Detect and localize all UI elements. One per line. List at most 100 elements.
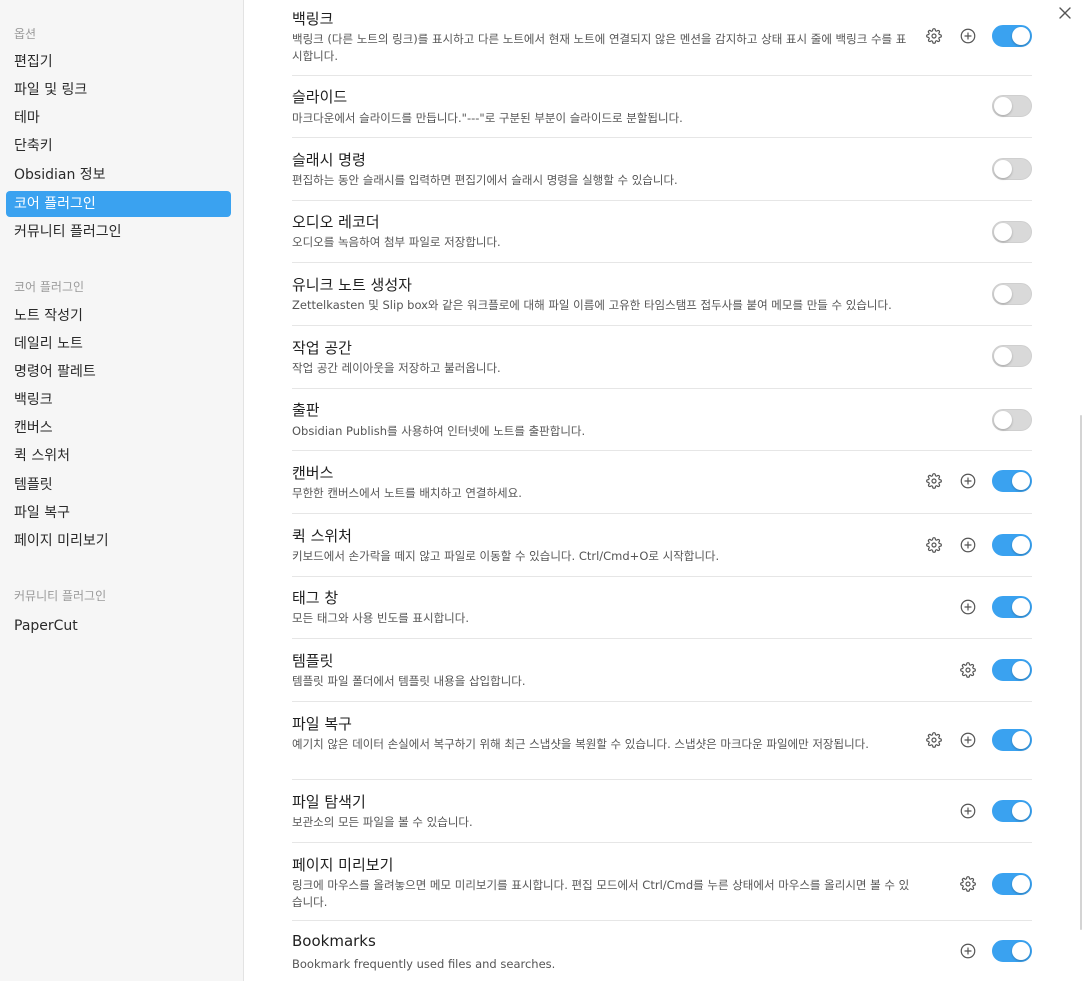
- plugin-controls: [992, 95, 1032, 117]
- plugin-row: 오디오 레코더오디오를 녹음하여 첨부 파일로 저장합니다.: [292, 201, 1032, 263]
- toggle-knob: [1012, 661, 1030, 679]
- sidebar-item-백링크[interactable]: 백링크: [6, 387, 231, 413]
- plugin-controls: [924, 470, 1032, 492]
- scrollbar[interactable]: [1080, 415, 1082, 930]
- plugin-name: 페이지 미리보기: [292, 856, 394, 874]
- plugin-name: 템플릿: [292, 652, 334, 670]
- close-icon[interactable]: [1058, 6, 1074, 22]
- plugin-controls: [992, 345, 1032, 367]
- plus-circle-icon[interactable]: [958, 941, 978, 961]
- toggle-knob: [1012, 472, 1030, 490]
- toggle-knob: [1012, 731, 1030, 749]
- sidebar-item-캔버스[interactable]: 캔버스: [6, 415, 231, 441]
- plugin-toggle[interactable]: [992, 873, 1032, 895]
- plugin-description: 키보드에서 손가락을 떼지 않고 파일로 이동할 수 있습니다. Ctrl/Cm…: [292, 549, 720, 563]
- plugin-controls: [924, 729, 1032, 751]
- plugin-description: 보관소의 모든 파일을 볼 수 있습니다.: [292, 815, 473, 829]
- gear-icon[interactable]: [958, 874, 978, 894]
- plugin-toggle[interactable]: [992, 221, 1032, 243]
- plugin-name: 작업 공간: [292, 339, 352, 357]
- plugin-controls: [958, 659, 1032, 681]
- sidebar-item-페이지-미리보기[interactable]: 페이지 미리보기: [6, 528, 231, 554]
- plus-circle-icon[interactable]: [958, 597, 978, 617]
- sidebar-item-커뮤니티-플러그인[interactable]: 커뮤니티 플러그인: [6, 219, 231, 245]
- gear-icon[interactable]: [924, 535, 944, 555]
- plugin-name: 유니크 노트 생성자: [292, 276, 412, 294]
- toggle-knob: [1012, 875, 1030, 893]
- sidebar-item-편집기[interactable]: 편집기: [6, 49, 231, 75]
- plugin-toggle[interactable]: [992, 283, 1032, 305]
- plugin-name: 슬라이드: [292, 88, 348, 106]
- plus-circle-icon[interactable]: [958, 535, 978, 555]
- plugin-row: 슬래시 명령 편집하는 동안 슬래시를 입력하면 편집기에서 슬래시 명령을 실행…: [292, 138, 1032, 201]
- sidebar-item-퀵-스위처[interactable]: 퀵 스위처: [6, 443, 231, 469]
- plugin-description: 템플릿 파일 폴더에서 템플릿 내용을 삽입합니다.: [292, 674, 526, 688]
- plugin-toggle[interactable]: [992, 25, 1032, 47]
- plugin-row: 슬라이드 마크다운에서 슬라이드를 만듭니다."---"로 구분된 부분이 슬라이…: [292, 76, 1032, 138]
- plugin-name: 퀵 스위처: [292, 527, 352, 545]
- plugin-description: 편집하는 동안 슬래시를 입력하면 편집기에서 슬래시 명령을 실행할 수 있습…: [292, 173, 678, 187]
- sidebar-item-템플릿[interactable]: 템플릿: [6, 472, 231, 498]
- plus-circle-icon[interactable]: [958, 26, 978, 46]
- plugin-toggle[interactable]: [992, 800, 1032, 822]
- gear-icon[interactable]: [958, 660, 978, 680]
- sidebar-item-노트-작성기[interactable]: 노트 작성기: [6, 303, 231, 329]
- plugin-toggle[interactable]: [992, 940, 1032, 962]
- plugin-row: 퀵 스위처키보드에서 손가락을 떼지 않고 파일로 이동할 수 있습니다. Ct…: [292, 514, 1032, 577]
- plugin-toggle[interactable]: [992, 729, 1032, 751]
- sidebar-item-명령어-팔레트[interactable]: 명령어 팔레트: [6, 359, 231, 385]
- toggle-knob: [1012, 942, 1030, 960]
- plugin-row: 백링크 백링크 (다른 노트의 링크)를 표시하고 다른 노트에서 현재 노트에 …: [292, 0, 1032, 76]
- plugin-toggle[interactable]: [992, 95, 1032, 117]
- plugin-description: 모든 태그와 사용 빈도를 표시합니다.: [292, 611, 469, 625]
- plugin-controls: [958, 800, 1032, 822]
- plugin-description: 링크에 마우스를 올려놓으면 메모 미리보기를 표시합니다. 편집 모드에서 C…: [292, 878, 910, 909]
- sidebar-item-파일-복구[interactable]: 파일 복구: [6, 500, 231, 526]
- plugin-description: Zettelkasten 및 Slip box와 같은 워크플로에 대해 파일 …: [292, 298, 892, 312]
- sidebar-item-papercut[interactable]: PaperCut: [6, 613, 231, 639]
- plus-circle-icon[interactable]: [958, 471, 978, 491]
- plugin-toggle[interactable]: [992, 534, 1032, 556]
- gear-icon[interactable]: [924, 26, 944, 46]
- plugin-description: 오디오를 녹음하여 첨부 파일로 저장합니다.: [292, 235, 501, 249]
- plugin-toggle[interactable]: [992, 470, 1032, 492]
- plugin-description: 무한한 캔버스에서 노트를 배치하고 연결하세요.: [292, 486, 522, 500]
- sidebar-item-파일-및-링크[interactable]: 파일 및 링크: [6, 77, 231, 103]
- sidebar-item-코어-플러그인[interactable]: 코어 플러그인: [6, 191, 231, 217]
- plus-circle-icon[interactable]: [958, 730, 978, 750]
- plugin-row: 유니크 노트 생성자 Zettelkasten 및 Slip box와 같은 워크…: [292, 263, 1032, 326]
- plugin-name: Bookmarks: [292, 932, 376, 950]
- options-section-heading: 옵션: [14, 27, 37, 41]
- plugin-controls: [992, 409, 1032, 431]
- sidebar-item-단축키[interactable]: 단축키: [6, 133, 231, 159]
- gear-icon[interactable]: [924, 471, 944, 491]
- plugin-controls: [992, 283, 1032, 305]
- toggle-knob: [1012, 536, 1030, 554]
- toggle-knob: [1012, 27, 1030, 45]
- plugin-toggle[interactable]: [992, 409, 1032, 431]
- plugin-name: 출판: [292, 401, 320, 419]
- community-plugins-section-heading: 커뮤니티 플러그인: [14, 589, 107, 603]
- plugin-description: 백링크 (다른 노트의 링크)를 표시하고 다른 노트에서 현재 노트에 연결되…: [292, 32, 907, 63]
- plugin-row: Bookmarks Bookmark frequently used files …: [292, 921, 1032, 981]
- plugin-controls: [924, 25, 1032, 47]
- sidebar-item-데일리-노트[interactable]: 데일리 노트: [6, 331, 231, 357]
- settings-sidebar: 옵션 편집기 파일 및 링크 테마 단축키 Obsidian 정보 코어 플러그인 커뮤니티…: [0, 0, 244, 981]
- plugin-name: 캔버스: [292, 464, 334, 482]
- plus-circle-icon[interactable]: [958, 801, 978, 821]
- plugin-toggle[interactable]: [992, 158, 1032, 180]
- toggle-knob: [994, 160, 1012, 178]
- toggle-knob: [994, 223, 1012, 241]
- plugin-row: 출판 Obsidian Publish를 사용하여 인터넷에 노트를 출판합니다.: [292, 389, 1032, 451]
- plugin-name: 오디오 레코더: [292, 213, 380, 231]
- plugin-controls: [992, 221, 1032, 243]
- plugin-toggle[interactable]: [992, 596, 1032, 618]
- plugin-controls: [992, 158, 1032, 180]
- toggle-knob: [994, 411, 1012, 429]
- gear-icon[interactable]: [924, 730, 944, 750]
- plugin-toggle[interactable]: [992, 659, 1032, 681]
- plugin-name: 태그 창: [292, 589, 339, 607]
- plugin-toggle[interactable]: [992, 345, 1032, 367]
- sidebar-item-obsidian-정보[interactable]: Obsidian 정보: [6, 162, 231, 188]
- sidebar-item-테마[interactable]: 테마: [6, 105, 231, 131]
